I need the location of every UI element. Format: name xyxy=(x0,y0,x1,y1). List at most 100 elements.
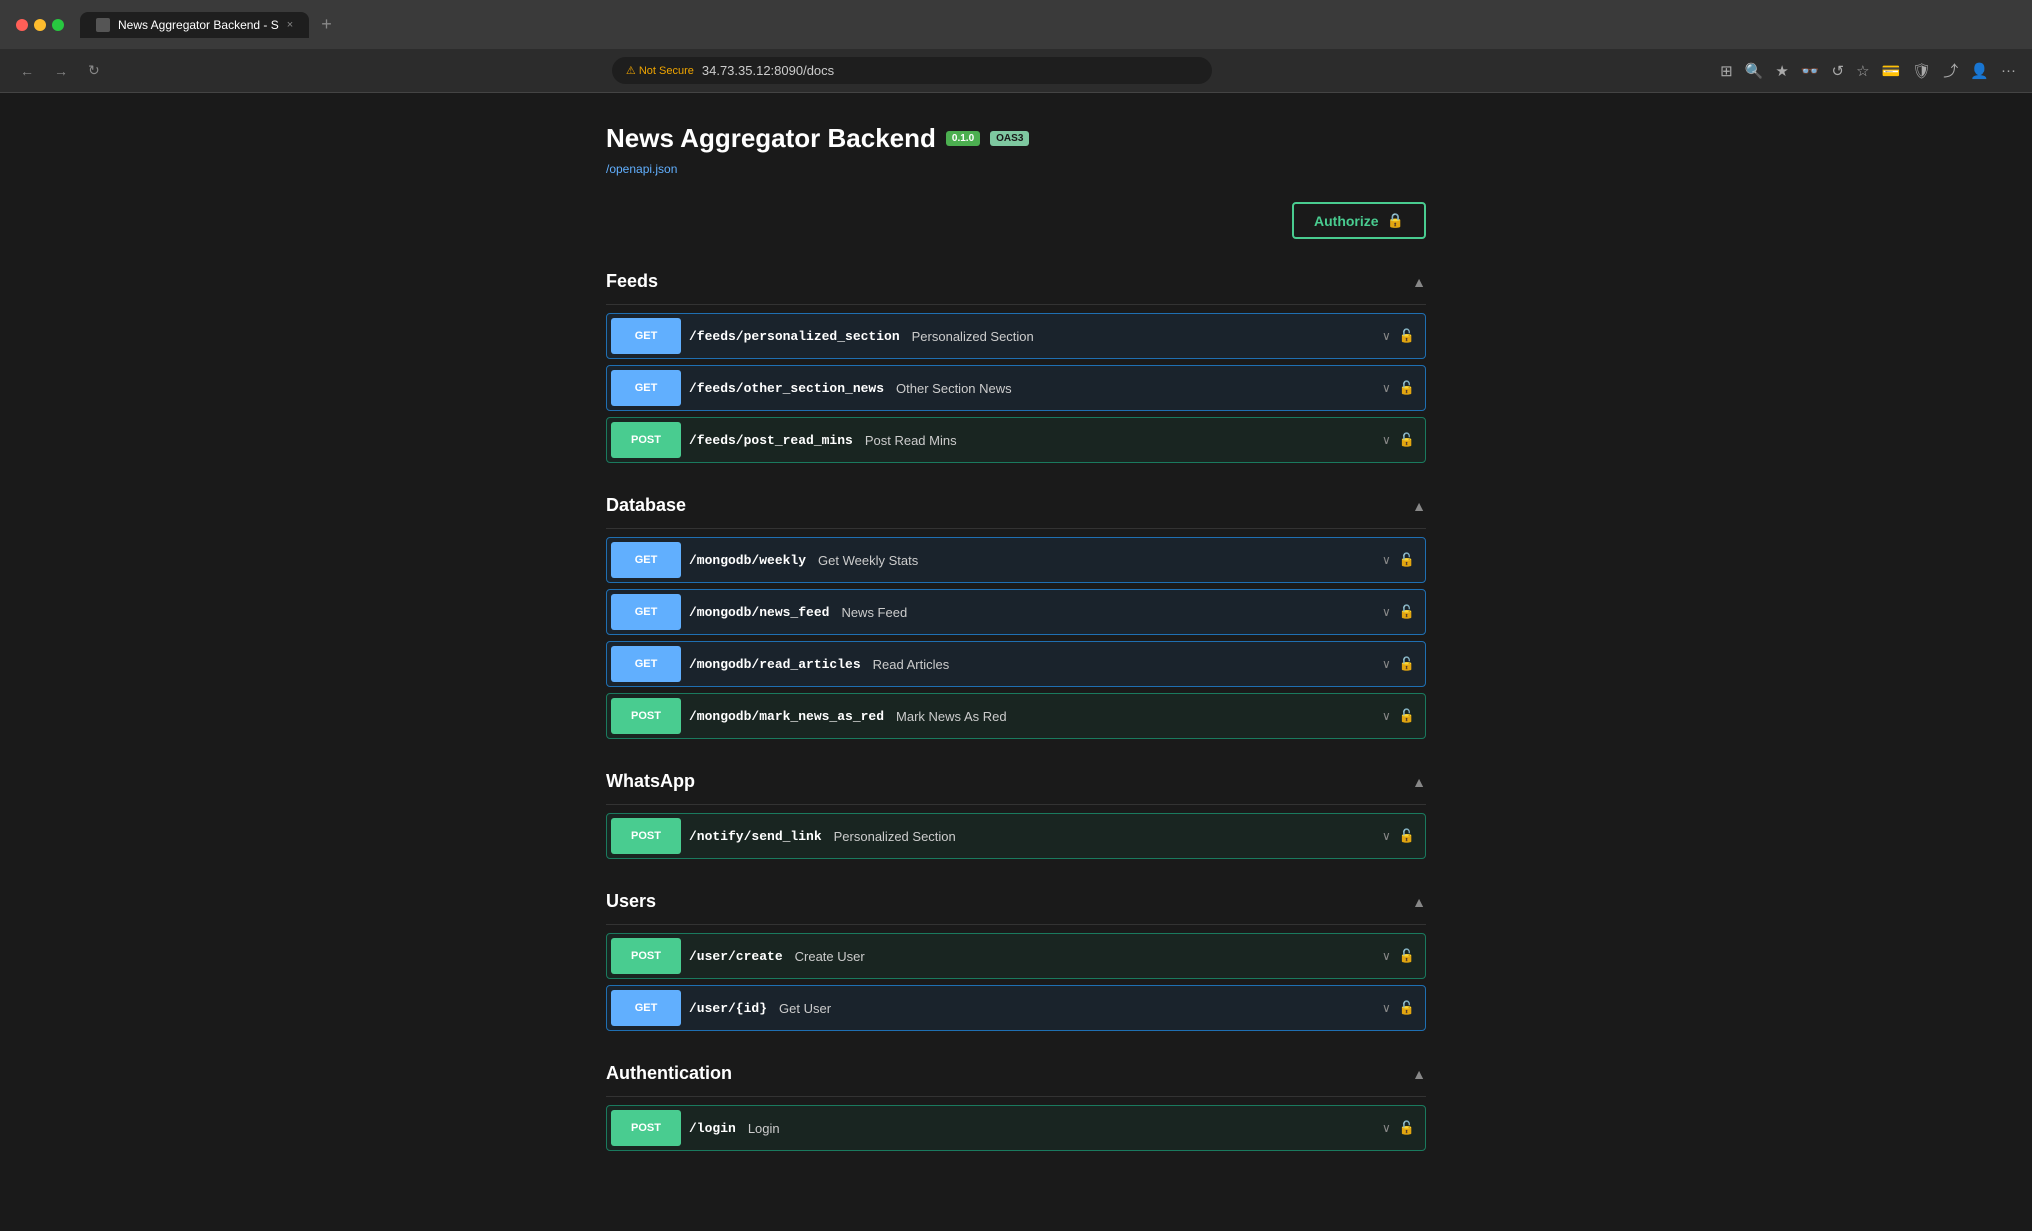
section-chevron-feeds: ▲ xyxy=(1412,274,1426,290)
endpoint-chevron-icon: ∨ xyxy=(1382,553,1391,567)
endpoint-actions: ∨ 🔓 xyxy=(1372,604,1425,620)
section-header-users[interactable]: Users ▲ xyxy=(606,879,1426,925)
endpoint-lock-icon: 🔓 xyxy=(1399,1000,1415,1016)
method-badge-get: GET xyxy=(611,594,681,630)
browser-addressbar: ← → ↻ ⚠ Not Secure 34.73.35.12:8090/docs… xyxy=(0,49,2032,92)
security-warning: ⚠ Not Secure xyxy=(626,64,694,77)
sections-container: Feeds ▲ GET /feeds/personalized_section … xyxy=(606,259,1426,1151)
endpoint-lock-icon: 🔓 xyxy=(1399,1120,1415,1136)
bookmark-icon[interactable]: ★ xyxy=(1775,62,1788,80)
endpoint-lock-icon: 🔓 xyxy=(1399,604,1415,620)
endpoint-row--feeds-personalized_section[interactable]: GET /feeds/personalized_section Personal… xyxy=(606,313,1426,359)
sync-icon[interactable]: ↺ xyxy=(1832,62,1845,80)
openapi-link[interactable]: /openapi.json xyxy=(606,162,677,176)
zoom-icon[interactable]: 🔍 xyxy=(1745,62,1764,80)
endpoint-desc: News Feed xyxy=(837,605,1372,620)
endpoint-actions: ∨ 🔓 xyxy=(1372,1120,1425,1136)
endpoint-chevron-icon: ∨ xyxy=(1382,433,1391,447)
share-icon[interactable]: ⤴ xyxy=(1943,60,1958,81)
tab-close-button[interactable]: × xyxy=(287,19,293,31)
section-header-feeds[interactable]: Feeds ▲ xyxy=(606,259,1426,305)
refresh-button[interactable]: ↻ xyxy=(84,58,104,83)
close-button[interactable] xyxy=(16,19,28,31)
method-badge-post: POST xyxy=(611,698,681,734)
more-icon[interactable]: ··· xyxy=(2001,62,2016,79)
endpoint-row--feeds-other_section_news[interactable]: GET /feeds/other_section_news Other Sect… xyxy=(606,365,1426,411)
endpoint-path: /feeds/post_read_mins xyxy=(681,433,861,448)
wallet-icon[interactable]: 💳 xyxy=(1882,62,1901,80)
section-header-whatsapp[interactable]: WhatsApp ▲ xyxy=(606,759,1426,805)
endpoint-chevron-icon: ∨ xyxy=(1382,709,1391,723)
active-tab[interactable]: News Aggregator Backend - S × xyxy=(80,12,309,38)
endpoint-lock-icon: 🔓 xyxy=(1399,380,1415,396)
method-badge-post: POST xyxy=(611,818,681,854)
shield-icon[interactable]: 🛡 xyxy=(1912,62,1931,80)
method-badge-get: GET xyxy=(611,318,681,354)
minimize-button[interactable] xyxy=(34,19,46,31)
endpoint-row--feeds-post_read_mins[interactable]: POST /feeds/post_read_mins Post Read Min… xyxy=(606,417,1426,463)
section-whatsapp: WhatsApp ▲ POST /notify/send_link Person… xyxy=(606,759,1426,859)
section-chevron-database: ▲ xyxy=(1412,498,1426,514)
extension-icon[interactable]: 👓 xyxy=(1801,62,1820,80)
back-button[interactable]: ← xyxy=(16,59,38,83)
endpoint-row--user-id[interactable]: GET /user/{id} Get User ∨ 🔓 xyxy=(606,985,1426,1031)
lock-icon: 🔒 xyxy=(1387,212,1404,229)
endpoint-path: /login xyxy=(681,1121,744,1136)
endpoint-row--login[interactable]: POST /login Login ∨ 🔓 xyxy=(606,1105,1426,1151)
maximize-button[interactable] xyxy=(52,19,64,31)
section-chevron-authentication: ▲ xyxy=(1412,1066,1426,1082)
authorize-label: Authorize xyxy=(1314,213,1379,229)
endpoint-path: /mongodb/mark_news_as_red xyxy=(681,709,892,724)
section-database: Database ▲ GET /mongodb/weekly Get Weekl… xyxy=(606,483,1426,739)
endpoint-lock-icon: 🔓 xyxy=(1399,948,1415,964)
tab-label: News Aggregator Backend - S xyxy=(118,18,279,32)
favorites-icon[interactable]: ☆ xyxy=(1856,62,1869,80)
oas3-badge: OAS3 xyxy=(990,131,1029,146)
endpoint-row--user-create[interactable]: POST /user/create Create User ∨ 🔓 xyxy=(606,933,1426,979)
api-title-row: News Aggregator Backend 0.1.0 OAS3 xyxy=(606,123,1426,154)
endpoint-chevron-icon: ∨ xyxy=(1382,329,1391,343)
endpoint-path: /mongodb/read_articles xyxy=(681,657,869,672)
profile-icon[interactable]: 👤 xyxy=(1970,62,1989,80)
endpoint-actions: ∨ 🔓 xyxy=(1372,552,1425,568)
section-header-database[interactable]: Database ▲ xyxy=(606,483,1426,529)
browser-actions: ⊞ 🔍 ★ 👓 ↺ ☆ 💳 🛡 ⤴ 👤 ··· xyxy=(1720,60,2016,81)
section-authentication: Authentication ▲ POST /login Login ∨ 🔓 xyxy=(606,1051,1426,1151)
endpoint-path: /feeds/other_section_news xyxy=(681,381,892,396)
endpoint-path: /mongodb/weekly xyxy=(681,553,814,568)
api-header: News Aggregator Backend 0.1.0 OAS3 /open… xyxy=(606,123,1426,178)
endpoint-actions: ∨ 🔓 xyxy=(1372,708,1425,724)
method-badge-post: POST xyxy=(611,422,681,458)
section-title-whatsapp: WhatsApp xyxy=(606,771,695,792)
address-bar[interactable]: ⚠ Not Secure 34.73.35.12:8090/docs xyxy=(612,57,1212,84)
endpoint-path: /feeds/personalized_section xyxy=(681,329,908,344)
method-badge-get: GET xyxy=(611,370,681,406)
section-title-users: Users xyxy=(606,891,656,912)
authorize-button[interactable]: Authorize 🔒 xyxy=(1292,202,1426,239)
section-users: Users ▲ POST /user/create Create User ∨ … xyxy=(606,879,1426,1031)
page-content: News Aggregator Backend 0.1.0 OAS3 /open… xyxy=(586,93,1446,1231)
section-chevron-users: ▲ xyxy=(1412,894,1426,910)
traffic-lights xyxy=(16,19,64,31)
endpoint-chevron-icon: ∨ xyxy=(1382,1121,1391,1135)
tab-favicon xyxy=(96,18,110,32)
endpoint-desc: Mark News As Red xyxy=(892,709,1372,724)
section-feeds: Feeds ▲ GET /feeds/personalized_section … xyxy=(606,259,1426,463)
new-tab-button[interactable]: + xyxy=(313,10,340,39)
endpoint-row--notify-send_link[interactable]: POST /notify/send_link Personalized Sect… xyxy=(606,813,1426,859)
endpoint-chevron-icon: ∨ xyxy=(1382,829,1391,843)
endpoint-lock-icon: 🔓 xyxy=(1399,328,1415,344)
endpoint-actions: ∨ 🔓 xyxy=(1372,328,1425,344)
section-header-authentication[interactable]: Authentication ▲ xyxy=(606,1051,1426,1097)
section-chevron-whatsapp: ▲ xyxy=(1412,774,1426,790)
authorize-row: Authorize 🔒 xyxy=(606,202,1426,239)
endpoint-row--mongodb-read_articles[interactable]: GET /mongodb/read_articles Read Articles… xyxy=(606,641,1426,687)
endpoint-lock-icon: 🔓 xyxy=(1399,708,1415,724)
browser-tabs: News Aggregator Backend - S × + xyxy=(80,10,2016,39)
endpoint-row--mongodb-news_feed[interactable]: GET /mongodb/news_feed News Feed ∨ 🔓 xyxy=(606,589,1426,635)
reader-mode-icon[interactable]: ⊞ xyxy=(1720,62,1733,80)
endpoint-row--mongodb-mark_news_as_red[interactable]: POST /mongodb/mark_news_as_red Mark News… xyxy=(606,693,1426,739)
endpoint-actions: ∨ 🔓 xyxy=(1372,1000,1425,1016)
forward-button[interactable]: → xyxy=(50,59,72,83)
endpoint-row--mongodb-weekly[interactable]: GET /mongodb/weekly Get Weekly Stats ∨ 🔓 xyxy=(606,537,1426,583)
